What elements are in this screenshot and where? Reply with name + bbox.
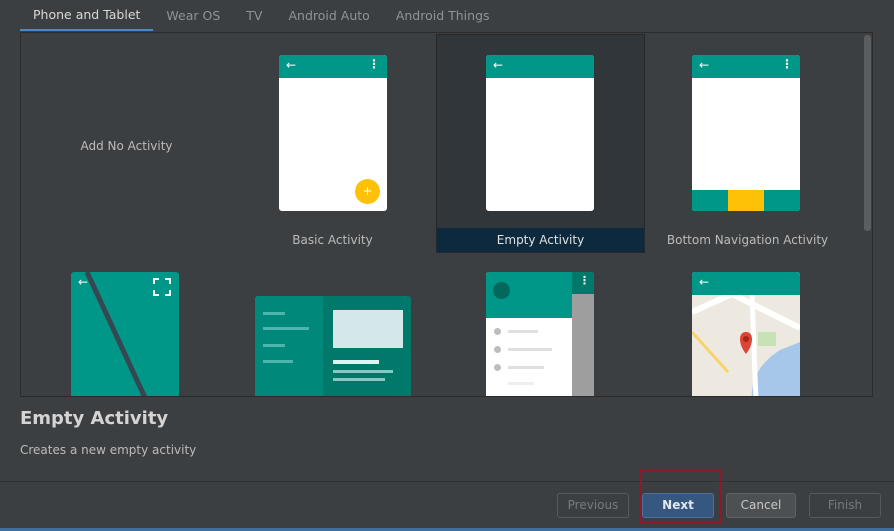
app-bar: ←: [692, 272, 800, 295]
bottom-navigation-preview: ← ⋮: [692, 55, 800, 211]
drawer-item-dot: [494, 364, 501, 371]
fab-icon: +: [355, 179, 380, 204]
bottom-navigation-bar: [692, 190, 800, 211]
gallery-scrollbar-thumb[interactable]: [864, 35, 871, 231]
drawer-item-line: [508, 348, 552, 351]
template-empty-activity[interactable]: ← Empty Activity: [436, 34, 645, 253]
back-arrow-icon: ←: [78, 275, 89, 289]
template-label: Empty Activity: [437, 228, 644, 252]
previous-button[interactable]: Previous: [557, 493, 629, 518]
finish-button[interactable]: Finish: [809, 493, 881, 518]
tab-phone-and-tablet[interactable]: Phone and Tablet: [20, 0, 154, 31]
template-master-detail-flow[interactable]: [229, 254, 436, 396]
back-arrow-icon: ←: [286, 58, 297, 72]
template-google-maps-activity[interactable]: ←: [644, 254, 851, 396]
template-fullscreen-activity[interactable]: ←: [23, 254, 230, 396]
app-bar: ←: [486, 55, 594, 78]
template-label: Bottom Navigation Activity: [666, 233, 829, 247]
detail-line: [333, 360, 379, 364]
fullscreen-icon: [153, 278, 171, 296]
drawer-item-dot: [494, 328, 501, 335]
back-arrow-icon: ←: [493, 58, 504, 72]
drawer-item-line: [508, 382, 534, 385]
empty-activity-preview: ←: [486, 55, 594, 211]
back-arrow-icon: ←: [699, 275, 710, 289]
drawer-item-dot: [494, 346, 501, 353]
back-arrow-icon: ←: [699, 58, 710, 72]
overflow-menu-icon: ⋮: [781, 57, 793, 71]
drawer-header: [486, 272, 572, 318]
detail-line: [333, 370, 393, 373]
master-line: [263, 312, 285, 315]
template-basic-activity[interactable]: ← ⋮ + Basic Activity: [229, 35, 436, 252]
master-pane: [255, 296, 323, 396]
footer-divider: [0, 481, 894, 482]
bottom-navigation-selected-item: [728, 190, 764, 211]
template-add-no-activity-area: Add No Activity: [23, 35, 230, 252]
basic-activity-preview: ← ⋮ +: [279, 55, 387, 211]
template-gallery: Add No Activity ← ⋮ + Basic Activity ← E…: [20, 32, 873, 397]
detail-line: [333, 378, 385, 381]
form-factor-tabs: Phone and Tablet Wear OS TV Android Auto…: [20, 0, 503, 31]
template-label: Basic Activity: [292, 233, 373, 247]
gallery-scrollbar[interactable]: [862, 33, 872, 396]
next-button-highlight: [640, 469, 721, 524]
template-bottom-navigation-activity[interactable]: ← ⋮ Bottom Navigation Activity: [644, 35, 851, 252]
template-add-no-activity[interactable]: Add No Activity: [23, 35, 230, 252]
drawer-item-line: [508, 366, 544, 369]
selected-template-title: Empty Activity: [20, 408, 169, 429]
tab-wear-os[interactable]: Wear OS: [153, 0, 233, 31]
tab-android-things[interactable]: Android Things: [383, 0, 503, 31]
overflow-menu-icon: ⋮: [579, 274, 590, 287]
detail-image: [333, 310, 403, 348]
fullscreen-preview: ←: [71, 272, 179, 396]
tab-android-auto[interactable]: Android Auto: [275, 0, 382, 31]
drawer-item-line: [508, 330, 538, 333]
avatar: [493, 282, 510, 299]
selected-template-description: Creates a new empty activity: [20, 443, 197, 457]
navigation-drawer-preview: ⋮: [486, 272, 594, 396]
master-line: [263, 327, 309, 330]
app-bar: ← ⋮: [279, 55, 387, 78]
maps-preview: ←: [692, 272, 800, 396]
tab-tv[interactable]: TV: [233, 0, 275, 31]
master-line: [263, 344, 285, 347]
template-label: Add No Activity: [80, 139, 173, 153]
overflow-menu-icon: ⋮: [368, 57, 380, 71]
master-detail-preview: [255, 296, 411, 396]
drawer-panel: [486, 272, 572, 396]
master-line: [263, 360, 293, 363]
selected-template-detail: Empty Activity: [20, 408, 168, 429]
drawer-app-bar: ⋮: [572, 272, 594, 294]
app-bar: ← ⋮: [692, 55, 800, 78]
cancel-button[interactable]: Cancel: [726, 493, 796, 518]
template-navigation-drawer-activity[interactable]: ⋮: [437, 254, 644, 396]
